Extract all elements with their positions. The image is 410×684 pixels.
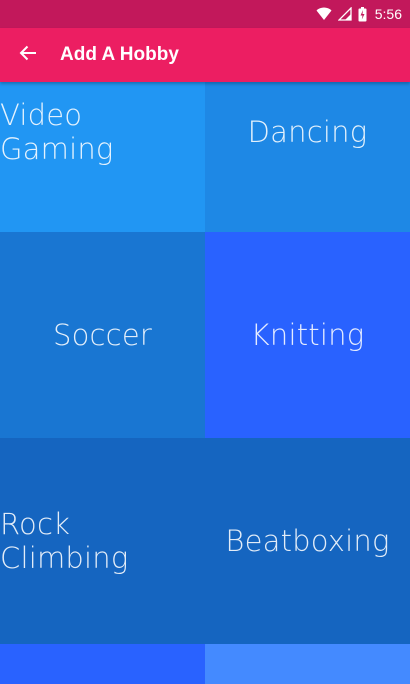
hobby-tile-knitting[interactable]: Knitting xyxy=(205,232,410,438)
hobby-tile-beatboxing[interactable]: Beatboxing xyxy=(205,438,410,644)
signal-icon xyxy=(337,7,352,21)
back-button[interactable] xyxy=(0,28,56,82)
hobby-tile[interactable] xyxy=(0,644,205,684)
hobby-label: Rock Climbing xyxy=(0,507,129,575)
hobby-label: Dancing xyxy=(247,115,368,149)
hobby-tile-video-gaming[interactable]: Video Gaming xyxy=(0,82,205,232)
hobby-label: Beatboxing xyxy=(225,524,390,558)
hobby-tile-soccer[interactable]: Soccer xyxy=(0,232,205,438)
status-bar: 5:56 xyxy=(0,0,410,28)
hobby-label: Knitting xyxy=(250,318,365,352)
hobby-tile-rock-climbing[interactable]: Rock Climbing xyxy=(0,438,205,644)
battery-charging-icon xyxy=(358,6,367,22)
page-title: Add A Hobby xyxy=(60,44,179,65)
wifi-icon xyxy=(316,7,332,21)
arrow-left-icon xyxy=(19,44,37,67)
app-bar: Add A Hobby xyxy=(0,28,410,82)
hobby-grid: Video Gaming Dancing Soccer Knitting Roc… xyxy=(0,82,410,684)
hobby-tile[interactable] xyxy=(205,644,410,684)
hobby-tile-dancing[interactable]: Dancing xyxy=(205,82,410,232)
status-time: 5:56 xyxy=(374,6,402,22)
hobby-label: Video Gaming xyxy=(0,98,114,166)
hobby-label: Soccer xyxy=(52,318,152,352)
